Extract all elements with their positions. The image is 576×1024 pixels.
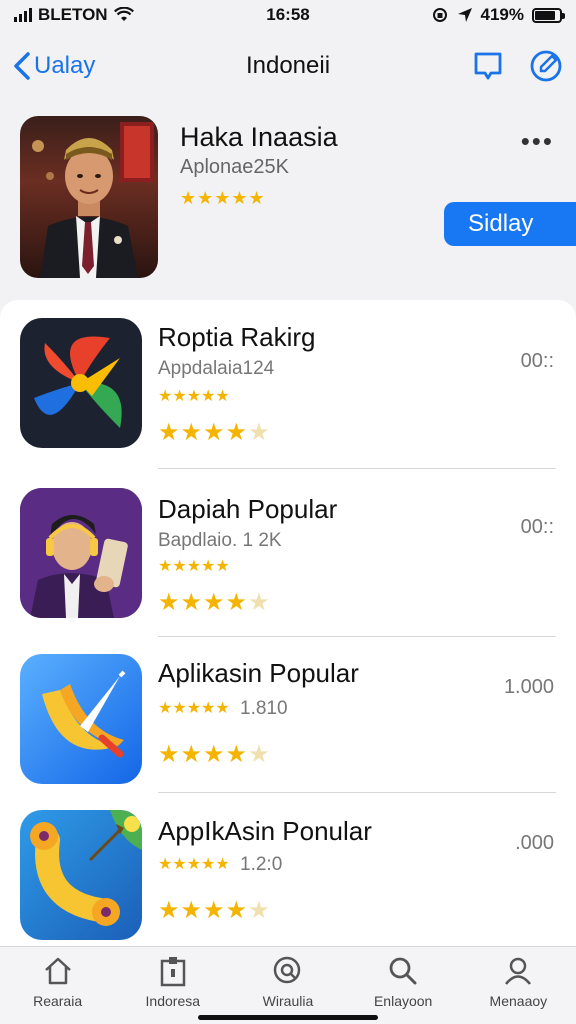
app-rating-small: ★★★★★ xyxy=(158,388,230,405)
message-button[interactable] xyxy=(470,48,506,84)
get-button[interactable]: Sidlay xyxy=(444,202,576,246)
more-options-button[interactable]: ••• xyxy=(521,126,554,157)
app-icon-banana-arrow xyxy=(20,654,142,784)
tab-enlayoon[interactable]: Enlayoon xyxy=(353,955,453,1009)
divider xyxy=(158,468,556,469)
app-icon-avatar-phone xyxy=(20,488,142,618)
app-name: AppIkAsin Ponular xyxy=(158,816,372,846)
tab-rearaia[interactable]: Rearaia xyxy=(8,955,108,1009)
featured-app-subtitle: Aplonae25K xyxy=(180,156,289,178)
back-label: Ualay xyxy=(34,52,96,79)
app-name: Aplikasin Popular xyxy=(158,658,359,688)
app-rating: ★★★★★ xyxy=(158,589,271,616)
divider xyxy=(158,636,556,637)
featured-app-title[interactable]: Haka Inaasia xyxy=(180,122,338,153)
compose-icon xyxy=(530,50,562,82)
tab-label: Rearaia xyxy=(33,993,83,1009)
search-icon xyxy=(389,957,417,985)
app-meta: .000 xyxy=(515,832,554,854)
person-portrait-illustration xyxy=(32,122,154,278)
app-icon-bone-arrow xyxy=(20,810,142,940)
list-item[interactable]: AppIkAsin Ponular ★★★★★ 1.2:0 ★★★★★ .000 xyxy=(0,810,576,946)
tab-bar: Rearaia Indoresa Wiraulia Enlayoon Menaa… xyxy=(0,946,576,1024)
list-item[interactable]: Roptia Rakirg Appdalaia124 ★★★★★ ★★★★★ 0… xyxy=(0,318,576,486)
back-button[interactable]: Ualay xyxy=(12,51,95,81)
featured-app-rating: ★★★★★ xyxy=(180,188,266,208)
tab-label: Menaaoy xyxy=(489,993,548,1009)
home-indicator[interactable] xyxy=(198,1015,378,1020)
compose-button[interactable] xyxy=(528,48,564,84)
app-rating-small: ★★★★★ xyxy=(158,558,230,575)
search-circle-icon xyxy=(273,956,301,984)
home-icon xyxy=(44,957,71,985)
navigation-bar: Ualay Indoneii xyxy=(0,36,576,96)
app-subtitle: 1.810 xyxy=(240,698,288,719)
app-subtitle: 1.2:0 xyxy=(240,854,283,875)
app-meta: 00:: xyxy=(520,350,554,372)
app-rating: ★★★★★ xyxy=(158,741,271,768)
app-list: Roptia Rakirg Appdalaia124 ★★★★★ ★★★★★ 0… xyxy=(0,300,576,946)
list-item[interactable]: Dapiah Popular Bapdlaio. 1 2K ★★★★★ ★★★★… xyxy=(0,486,576,654)
status-time: 16:58 xyxy=(266,5,310,24)
tab-label: Indoresa xyxy=(145,993,201,1009)
featured-app-image[interactable] xyxy=(20,116,158,278)
clipboard-icon xyxy=(160,957,186,987)
tab-label: Wiraulia xyxy=(262,993,314,1009)
status-bar: BLETON 16:58 419% xyxy=(0,0,576,30)
battery-icon xyxy=(532,7,565,23)
nav-actions xyxy=(470,48,564,84)
app-rating-small: ★★★★★ xyxy=(158,856,230,873)
list-item[interactable]: Aplikasin Popular ★★★★★ 1.810 ★★★★★ 1.00… xyxy=(0,654,576,822)
message-icon xyxy=(474,52,502,80)
app-meta: 1.000 xyxy=(503,676,554,698)
app-rating: ★★★★★ xyxy=(158,419,271,446)
tab-indoresa[interactable]: Indoresa xyxy=(123,955,223,1009)
app-meta: 00:: xyxy=(520,516,554,538)
tab-label: Enlayoon xyxy=(373,993,433,1009)
app-icon-pinwheel xyxy=(20,318,142,448)
app-rating-small: ★★★★★ xyxy=(158,700,230,717)
app-rating: ★★★★★ xyxy=(158,897,271,924)
app-name: Dapiah Popular xyxy=(158,494,338,524)
person-icon xyxy=(505,957,532,985)
tab-wiraulia[interactable]: Wiraulia xyxy=(238,955,338,1009)
app-subtitle: Bapdlaio. 1 2K xyxy=(158,530,282,551)
app-subtitle: Appdalaia124 xyxy=(158,358,275,379)
divider xyxy=(158,792,556,793)
chevron-left-icon xyxy=(14,52,30,80)
app-name: Roptia Rakirg xyxy=(158,322,316,352)
tab-menaaoy[interactable]: Menaaoy xyxy=(468,955,568,1009)
featured-app: Haka Inaasia Aplonae25K ★★★★★ ••• Sidlay xyxy=(0,112,576,292)
